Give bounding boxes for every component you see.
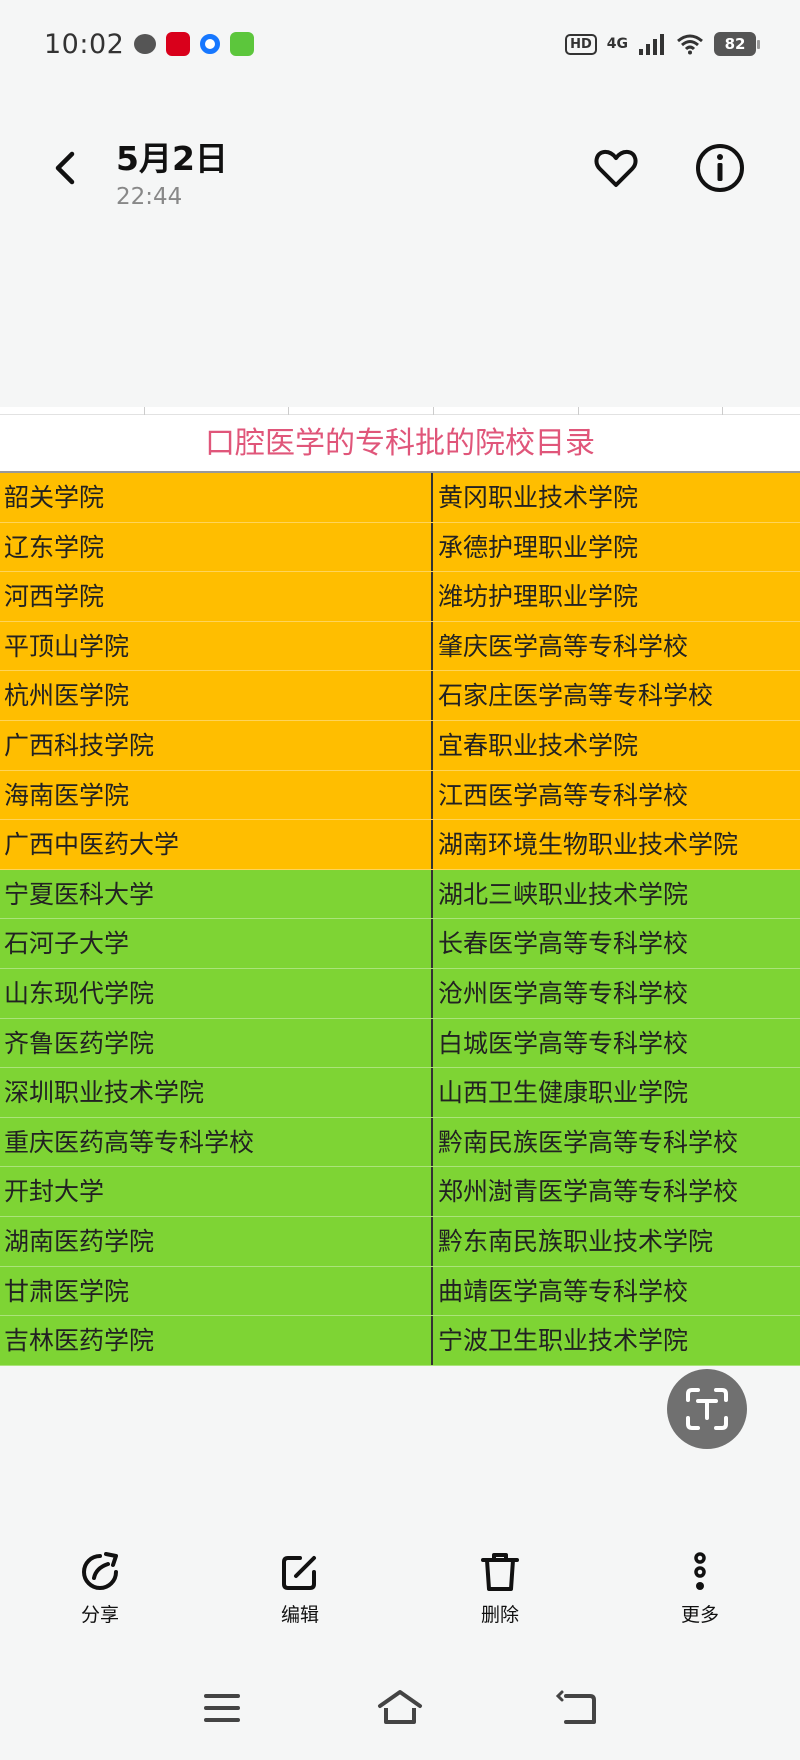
table-cell-left: 辽东学院: [0, 522, 433, 572]
bottom-toolbar: 分享 编辑 删除 更多: [0, 1550, 800, 1640]
share-button[interactable]: 分享: [50, 1550, 150, 1627]
table-row: 甘肃医学院 曲靖医学高等专科学校: [0, 1266, 800, 1317]
table-cell-right: 白城医学高等专科学校: [438, 1028, 689, 1058]
table-cell-left: 河西学院: [0, 572, 433, 621]
delete-label: 删除: [480, 1604, 519, 1626]
table-cell-right: 黔东南民族职业技术学院: [438, 1226, 714, 1256]
edit-button[interactable]: 编辑: [250, 1550, 350, 1627]
table-cell-left: 湖南医药学院: [0, 1216, 433, 1266]
sheet-grid-top: [0, 407, 800, 415]
table-cell-right: 黄冈职业技术学院: [438, 483, 639, 512]
school-table: 韶关学院 黄冈职业技术学院 辽东学院 承德护理职业学院 河西学院 潍坊护理职业学院 平顶山学…: [0, 473, 800, 1366]
menu-icon[interactable]: [198, 1686, 246, 1730]
table-cell-right: 承德护理职业学院: [438, 532, 639, 562]
more-label: 更多: [680, 1604, 719, 1626]
battery-icon: 82: [714, 32, 760, 56]
hd-badge: HD: [565, 33, 597, 55]
network-type: 4G: [606, 36, 628, 52]
status-time: 10:02: [44, 28, 125, 60]
cat-app-icon: [134, 34, 157, 54]
table-cell-left: 甘肃医学院: [0, 1266, 433, 1316]
table-row: 辽东学院 承德护理职业学院: [0, 522, 800, 573]
table-cell-left: 杭州医学院: [0, 671, 433, 720]
page-subtitle: 22:44: [116, 184, 183, 210]
green-app-icon: [230, 32, 255, 56]
table-cell-left: 重庆医药高等专科学校: [0, 1117, 433, 1167]
table-cell-left: 石河子大学: [0, 919, 433, 968]
table-row: 平顶山学院 肇庆医学高等专科学校: [0, 621, 800, 672]
table-cell-left: 平顶山学院: [0, 621, 433, 671]
table-row: 重庆医药高等专科学校 黔南民族医学高等专科学校: [0, 1117, 800, 1168]
table-row: 广西科技学院 宜春职业技术学院: [0, 720, 800, 771]
table-cell-right: 潍坊护理职业学院: [438, 582, 639, 612]
sheet-title: 口腔医学的专科批的院校目录: [0, 415, 800, 473]
table-row: 杭州医学院 石家庄医学高等专科学校: [0, 671, 800, 721]
table-cell-right: 沧州医学高等专科学校: [438, 978, 689, 1008]
table-row: 吉林医药学院 宁波卫生职业技术学院: [0, 1316, 800, 1366]
table-cell-right: 石家庄医学高等专科学校: [438, 681, 714, 711]
status-left: 10:02: [44, 28, 255, 60]
home-icon[interactable]: [376, 1686, 424, 1730]
info-icon[interactable]: [694, 142, 746, 194]
table-cell-left: 齐鲁医药学院: [0, 1018, 433, 1068]
table-cell-right: 山西卫生健康职业学院: [438, 1078, 689, 1108]
share-label: 分享: [80, 1604, 119, 1626]
table-cell-left: 宁夏医科大学: [0, 869, 433, 919]
table-row: 宁夏医科大学 湖北三峡职业技术学院: [0, 869, 800, 920]
signal-icon: [639, 34, 664, 55]
more-button[interactable]: 更多: [650, 1550, 750, 1627]
table-row: 深圳职业技术学院 山西卫生健康职业学院: [0, 1068, 800, 1118]
title-block: 5月2日 22:44: [116, 132, 228, 210]
status-right: HD 4G 82: [565, 32, 760, 56]
table-cell-right: 长春医学高等专科学校: [438, 929, 689, 959]
table-cell-left: 开封大学: [0, 1167, 433, 1216]
table-row: 海南医学院 江西医学高等专科学校: [0, 770, 800, 821]
chevron-left-icon[interactable]: [46, 148, 86, 188]
photo-viewer[interactable]: 口腔医学的专科批的院校目录 韶关学院 黄冈职业技术学院 辽东学院 承德护理职业学院 河西…: [0, 407, 800, 1366]
more-vertical-icon: [694, 1552, 706, 1590]
text-scan-button[interactable]: [667, 1369, 747, 1449]
tmall-app-icon: [166, 32, 191, 56]
table-cell-left: 广西中医药大学: [0, 820, 433, 869]
table-cell-left: 韶关学院: [0, 473, 433, 522]
table-cell-right: 宁波卫生职业技术学院: [438, 1326, 689, 1356]
text-scan-icon: [686, 1388, 728, 1430]
table-row: 河西学院 潍坊护理职业学院: [0, 572, 800, 622]
share-icon: [82, 1552, 118, 1590]
table-cell-right: 湖北三峡职业技术学院: [438, 879, 689, 909]
table-row: 石河子大学 长春医学高等专科学校: [0, 919, 800, 969]
heart-icon[interactable]: [592, 144, 640, 192]
table-cell-right: 江西医学高等专科学校: [438, 780, 689, 810]
table-cell-left: 广西科技学院: [0, 720, 433, 770]
edit-label: 编辑: [280, 1604, 319, 1626]
status-bar: 10:02 HD 4G 82: [0, 0, 800, 88]
table-cell-left: 海南医学院: [0, 770, 433, 820]
table-cell-left: 山东现代学院: [0, 968, 433, 1018]
edit-icon: [282, 1556, 316, 1590]
table-row: 齐鲁医药学院 白城医学高等专科学校: [0, 1018, 800, 1069]
table-cell-left: 吉林医药学院: [0, 1316, 433, 1365]
system-nav-bar: [0, 1686, 800, 1736]
table-cell-right: 肇庆医学高等专科学校: [438, 631, 689, 661]
table-cell-right: 宜春职业技术学院: [438, 730, 639, 760]
table-cell-right: 湖南环境生物职业技术学院: [438, 830, 739, 860]
wifi-icon: [677, 34, 703, 55]
trash-icon: [481, 1553, 519, 1591]
table-row: 山东现代学院 沧州医学高等专科学校: [0, 968, 800, 1019]
table-cell-right: 黔南民族医学高等专科学校: [438, 1127, 739, 1157]
table-row: 广西中医药大学 湖南环境生物职业技术学院: [0, 820, 800, 870]
table-row: 韶关学院 黄冈职业技术学院: [0, 473, 800, 523]
table-row: 开封大学 郑州澍青医学高等专科学校: [0, 1167, 800, 1217]
blue-app-icon: [200, 34, 221, 54]
delete-button[interactable]: 删除: [450, 1550, 550, 1627]
header: 5月2日 22:44: [0, 110, 800, 220]
table-cell-left: 深圳职业技术学院: [0, 1068, 433, 1117]
table-cell-right: 曲靖医学高等专科学校: [438, 1276, 689, 1306]
table-row: 湖南医药学院 黔东南民族职业技术学院: [0, 1216, 800, 1267]
back-icon[interactable]: [554, 1686, 602, 1730]
table-cell-right: 郑州澍青医学高等专科学校: [438, 1177, 739, 1207]
page-title: 5月2日: [116, 139, 228, 178]
